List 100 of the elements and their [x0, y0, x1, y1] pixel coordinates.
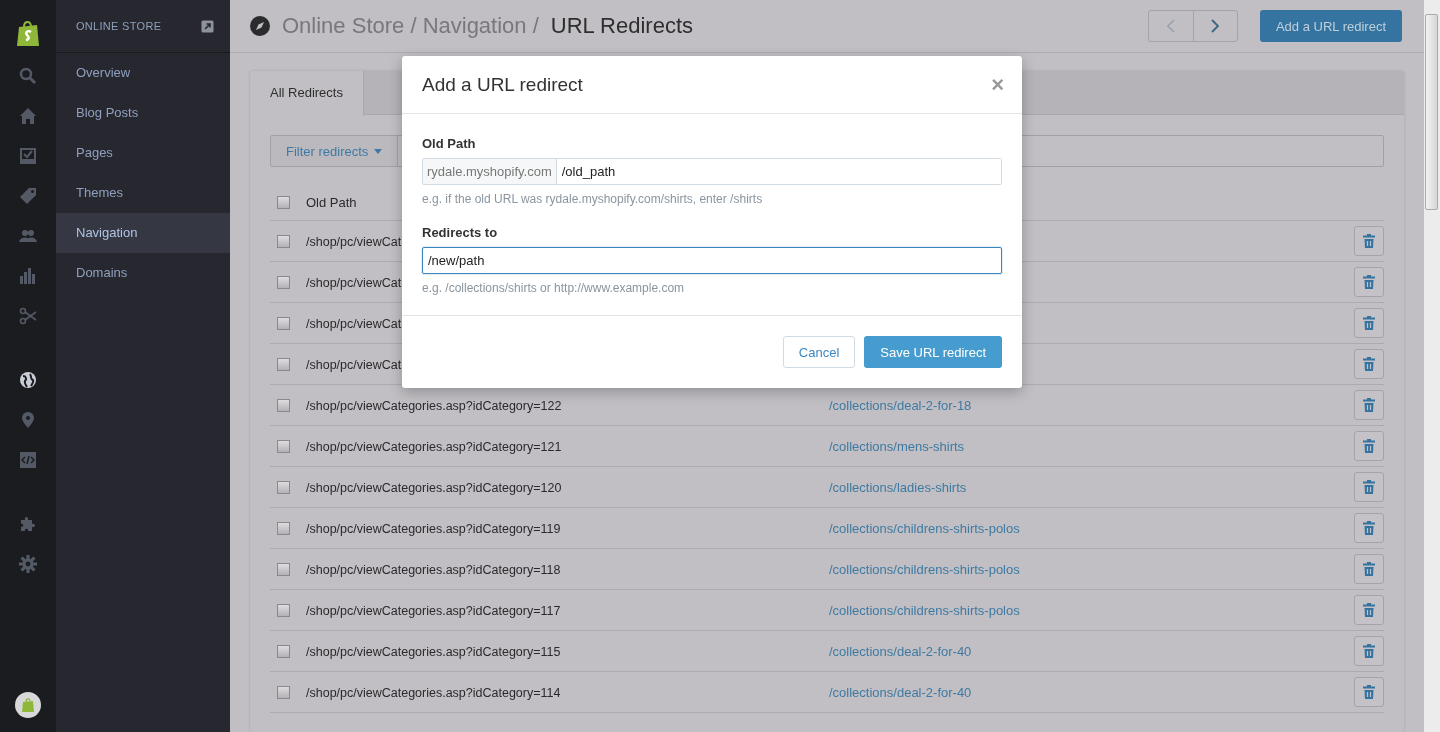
delete-button[interactable]	[1354, 226, 1384, 256]
external-link-icon[interactable]	[201, 19, 214, 33]
sidebar-heading: ONLINE STORE	[76, 20, 162, 32]
old-path: /shop/pc/viewCat	[306, 357, 402, 372]
delete-button[interactable]	[1354, 677, 1384, 707]
settings-icon[interactable]	[19, 555, 37, 573]
redirect-link[interactable]: /collections/deal-2-for-18	[829, 397, 1354, 413]
sidebar-item[interactable]: Overview	[56, 53, 230, 93]
checkbox[interactable]	[277, 644, 290, 658]
scrollbar-thumb[interactable]	[1425, 14, 1438, 210]
page-title: URL Redirects	[550, 13, 694, 39]
trash-icon	[1363, 316, 1375, 330]
delete-button[interactable]	[1354, 554, 1384, 584]
store-avatar[interactable]	[15, 692, 41, 718]
cancel-button[interactable]: Cancel	[782, 336, 856, 368]
trash-icon	[1363, 562, 1375, 576]
delete-button[interactable]	[1354, 390, 1384, 420]
redirect-link[interactable]: /collections/childrens-shirts-polos	[829, 602, 1354, 618]
checkbox[interactable]	[277, 196, 290, 209]
home-icon[interactable]	[19, 107, 37, 125]
trash-icon	[1363, 234, 1375, 248]
tag-icon[interactable]	[19, 187, 37, 205]
trash-icon	[1363, 357, 1375, 371]
globe-icon[interactable]	[19, 371, 37, 389]
scissors-icon[interactable]	[19, 307, 37, 325]
delete-button[interactable]	[1354, 431, 1384, 461]
people-icon[interactable]	[19, 227, 37, 245]
map-pin-icon[interactable]	[19, 411, 37, 429]
checkbox[interactable]	[277, 685, 290, 699]
old-path: /shop/pc/viewCat	[306, 234, 402, 249]
delete-button[interactable]	[1354, 513, 1384, 543]
redirect-link[interactable]: /collections/childrens-shirts-polos	[829, 520, 1354, 536]
sidebar-item[interactable]: Pages	[56, 133, 230, 173]
old-path: /shop/pc/viewCat	[306, 316, 402, 331]
add-redirect-button[interactable]: Add a URL redirect	[1259, 10, 1402, 42]
checkbox[interactable]	[277, 234, 290, 248]
old-path: /shop/pc/viewCategories.asp?idCategory=115	[306, 644, 561, 659]
domain-prefix: rydale.myshopify.com	[423, 159, 557, 184]
save-button[interactable]: Save URL redirect	[864, 336, 1002, 368]
old-path: /shop/pc/viewCategories.asp?idCategory=122	[306, 398, 562, 413]
sidebar-item[interactable]: Navigation	[56, 213, 230, 253]
checkbox[interactable]	[277, 439, 290, 453]
breadcrumb[interactable]: Online Store / Navigation /	[282, 13, 539, 39]
checkbox[interactable]	[277, 603, 290, 617]
code-icon[interactable]	[19, 451, 37, 469]
dialog-title: Add a URL redirect	[422, 73, 583, 96]
delete-button[interactable]	[1354, 308, 1384, 338]
old-path: /shop/pc/viewCategories.asp?idCategory=114	[306, 685, 561, 700]
delete-button[interactable]	[1354, 349, 1384, 379]
delete-button[interactable]	[1354, 472, 1384, 502]
checkbox[interactable]	[277, 316, 290, 330]
old-path: /shop/pc/viewCategories.asp?idCategory=121	[306, 439, 562, 454]
shopping-bag-logo-icon[interactable]	[16, 19, 40, 47]
trash-icon	[1363, 603, 1375, 617]
checkbox[interactable]	[277, 521, 290, 535]
chevron-left-icon	[1166, 19, 1175, 33]
redirect-link[interactable]: /collections/deal-2-for-40	[829, 684, 1354, 700]
redirect-link[interactable]: /collections/ladies-shirts	[829, 479, 1354, 495]
search-icon[interactable]	[19, 67, 37, 85]
tab[interactable]: All Redirects	[250, 71, 364, 116]
old-path: /shop/pc/viewCategories.asp?idCategory=120	[306, 480, 562, 495]
caret-icon	[374, 148, 383, 154]
trash-icon	[1363, 521, 1375, 535]
shopping-bag-icon	[22, 698, 34, 712]
checkbox-icon[interactable]	[19, 147, 37, 165]
redirect-link[interactable]: /collections/mens-shirts	[829, 438, 1354, 454]
column-header: Old Path	[306, 195, 357, 210]
bar-chart-icon[interactable]	[19, 267, 37, 285]
delete-button[interactable]	[1354, 267, 1384, 297]
old-path: /shop/pc/viewCategories.asp?idCategory=117	[306, 603, 561, 618]
delete-button[interactable]	[1354, 595, 1384, 625]
filter-dropdown[interactable]: Filter redirects	[271, 136, 399, 166]
scrollbar[interactable]	[1424, 0, 1440, 732]
field-label: Redirects to	[422, 225, 499, 240]
redirect-link[interactable]: /collections/deal-2-for-40	[829, 643, 1354, 659]
close-button[interactable]: ×	[991, 73, 1004, 96]
chevron-right-icon	[1211, 19, 1220, 33]
redirect-target-field[interactable]: /new/path	[422, 247, 1002, 274]
trash-icon	[1363, 685, 1375, 699]
old-path-field[interactable]: rydale.myshopify.com /old_path	[422, 158, 1002, 185]
trash-icon	[1363, 480, 1375, 494]
redirect-link[interactable]: /collections/childrens-shirts-polos	[829, 561, 1354, 577]
old-path: /shop/pc/viewCategories.asp?idCategory=118	[306, 562, 561, 577]
trash-icon	[1363, 439, 1375, 453]
sidebar-item[interactable]: Domains	[56, 253, 230, 293]
checkbox[interactable]	[277, 480, 290, 494]
checkbox[interactable]	[277, 398, 290, 412]
trash-icon	[1363, 644, 1375, 658]
sidebar-item[interactable]: Themes	[56, 173, 230, 213]
field-label: Old Path	[422, 136, 477, 151]
checkbox[interactable]	[277, 357, 290, 371]
old-path: /shop/pc/viewCat	[306, 275, 402, 290]
puzzle-icon[interactable]	[19, 515, 37, 533]
help-text: e.g. /collections/shirts or http://www.example.com	[422, 281, 686, 295]
sidebar-item[interactable]: Blog Posts	[56, 93, 230, 133]
trash-icon	[1363, 275, 1375, 289]
checkbox[interactable]	[277, 562, 290, 576]
old-path: /shop/pc/viewCategories.asp?idCategory=119	[306, 521, 561, 536]
delete-button[interactable]	[1354, 636, 1384, 666]
checkbox[interactable]	[277, 275, 290, 289]
